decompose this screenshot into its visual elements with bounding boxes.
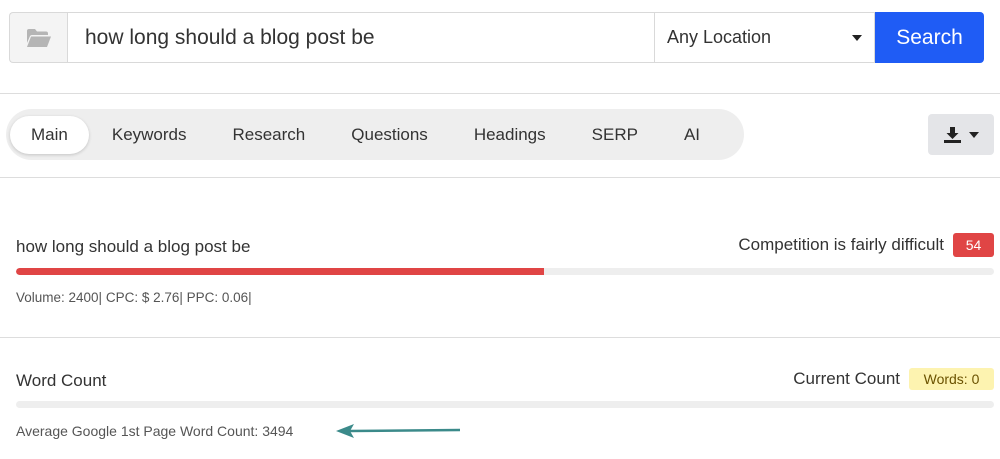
caret-down-icon bbox=[968, 131, 979, 138]
competition-bar-fill bbox=[16, 268, 545, 275]
download-button[interactable] bbox=[928, 114, 994, 155]
divider bbox=[0, 177, 1000, 178]
competition-score-badge: 54 bbox=[953, 233, 994, 257]
tab-questions[interactable]: Questions bbox=[328, 116, 451, 154]
search-input[interactable] bbox=[67, 12, 655, 63]
word-count-bar bbox=[16, 401, 994, 408]
tab-research[interactable]: Research bbox=[210, 116, 329, 154]
tab-ai[interactable]: AI bbox=[661, 116, 723, 154]
tab-headings[interactable]: Headings bbox=[451, 116, 569, 154]
keyword-title: how long should a blog post be bbox=[16, 237, 251, 256]
folder-button[interactable] bbox=[9, 12, 67, 63]
competition-bar bbox=[16, 268, 994, 275]
tab-keywords[interactable]: Keywords bbox=[89, 116, 210, 154]
search-bar: Any Location Search bbox=[9, 12, 984, 63]
word-count-badge: Words: 0 bbox=[909, 368, 994, 390]
word-count-title: Word Count bbox=[16, 371, 107, 390]
tab-main[interactable]: Main bbox=[10, 115, 89, 154]
divider bbox=[0, 93, 1000, 94]
divider bbox=[0, 337, 1000, 338]
tab-bar: Main Keywords Research Questions Heading… bbox=[6, 109, 744, 160]
caret-down-icon bbox=[852, 34, 862, 41]
location-select[interactable]: Any Location bbox=[655, 12, 875, 63]
current-count-label: Current Count bbox=[793, 369, 900, 388]
average-word-count: Average Google 1st Page Word Count: 3494 bbox=[16, 423, 294, 439]
download-icon bbox=[943, 126, 961, 143]
competition-label: Competition is fairly difficult bbox=[738, 235, 944, 254]
search-button[interactable]: Search bbox=[875, 12, 984, 63]
arrow-left-icon bbox=[336, 424, 461, 438]
location-value: Any Location bbox=[667, 27, 772, 47]
folder-open-icon bbox=[26, 28, 51, 47]
keyword-metrics: Volume: 2400| CPC: $ 2.76| PPC: 0.06| bbox=[16, 290, 252, 305]
tab-serp[interactable]: SERP bbox=[569, 116, 661, 154]
